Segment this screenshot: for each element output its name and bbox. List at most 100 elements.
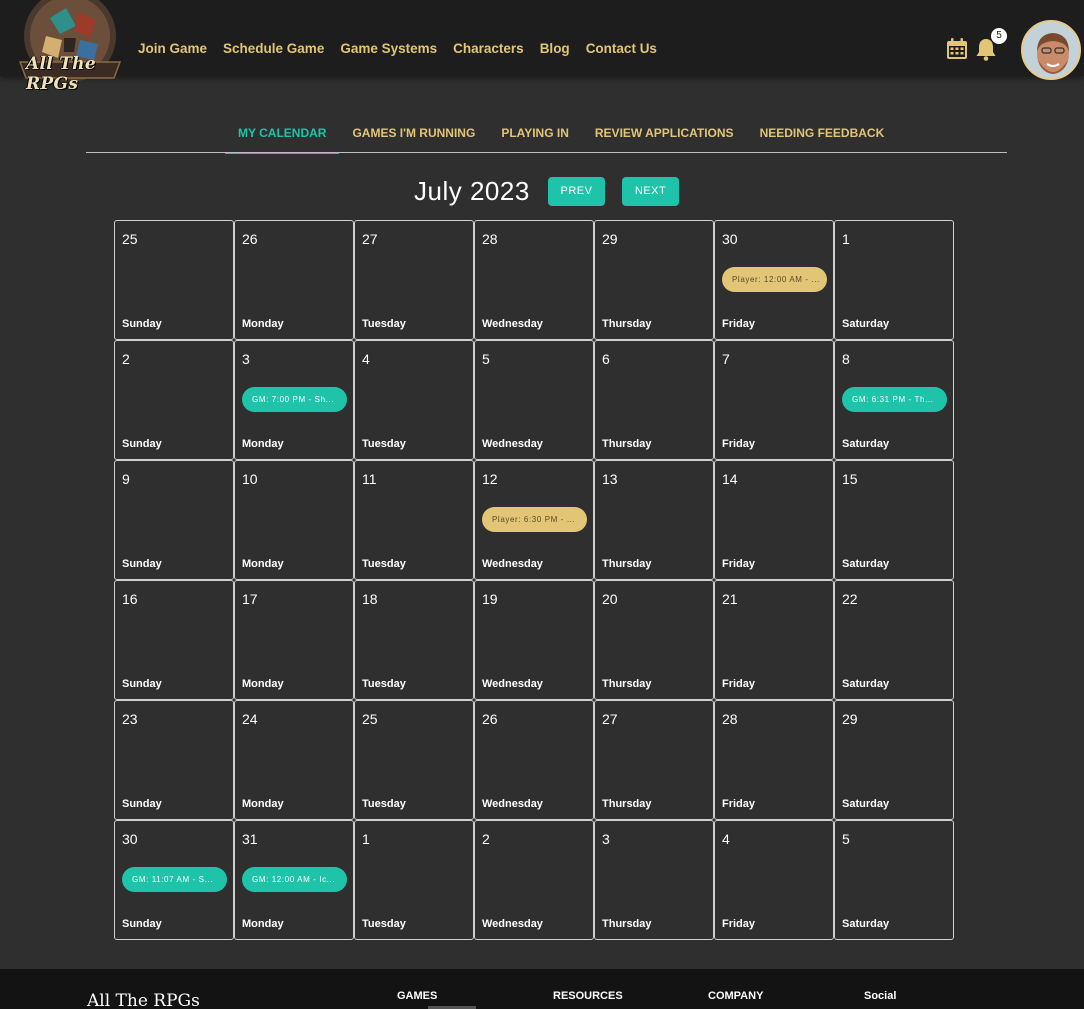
weekday-label: Wednesday	[482, 558, 543, 570]
day-number: 27	[602, 711, 618, 727]
calendar-day-cell[interactable]: 29 Saturday	[834, 700, 954, 820]
next-month-button[interactable]: NEXT	[622, 177, 679, 206]
user-photo	[1023, 22, 1079, 78]
calendar-day-cell[interactable]: 26 Monday	[234, 220, 354, 340]
nav-join-game[interactable]: Join Game	[138, 41, 207, 56]
calendar-day-cell[interactable]: 5 Saturday	[834, 820, 954, 940]
player-event-pill[interactable]: Player: 6:30 PM - ...	[482, 507, 587, 532]
calendar-day-cell[interactable]: 3 GM: 7:00 PM - Sh... Monday	[234, 340, 354, 460]
day-number: 15	[842, 471, 858, 487]
tab-needing-feedback[interactable]: NEEDING FEEDBACK	[747, 118, 898, 154]
calendar-day-cell[interactable]: 9 Sunday	[114, 460, 234, 580]
calendar-day-cell[interactable]: 4 Friday	[714, 820, 834, 940]
weekday-label: Tuesday	[362, 798, 406, 810]
main-nav: Join Game Schedule Game Game Systems Cha…	[138, 41, 673, 56]
day-number: 5	[842, 831, 850, 847]
calendar-day-cell[interactable]: 15 Saturday	[834, 460, 954, 580]
day-number: 13	[602, 471, 618, 487]
gm-event-pill[interactable]: GM: 11:07 AM - S...	[122, 867, 227, 892]
weekday-label: Thursday	[602, 318, 652, 330]
calendar-day-cell[interactable]: 25 Sunday	[114, 220, 234, 340]
calendar-day-cell[interactable]: 11 Tuesday	[354, 460, 474, 580]
calendar-icon[interactable]	[946, 38, 968, 60]
calendar-day-cell[interactable]: 3 Thursday	[594, 820, 714, 940]
calendar-day-cell[interactable]: 8 GM: 6:31 PM - Th... Saturday	[834, 340, 954, 460]
weekday-label: Saturday	[842, 318, 890, 330]
avatar[interactable]	[1021, 20, 1081, 80]
calendar-day-cell[interactable]: 16 Sunday	[114, 580, 234, 700]
day-number: 5	[482, 351, 490, 367]
day-number: 30	[722, 231, 738, 247]
calendar-day-cell[interactable]: 23 Sunday	[114, 700, 234, 820]
gm-event-pill[interactable]: GM: 7:00 PM - Sh...	[242, 387, 347, 412]
day-number: 19	[482, 591, 498, 607]
weekday-label: Sunday	[122, 558, 162, 570]
calendar-day-cell[interactable]: 29 Thursday	[594, 220, 714, 340]
calendar-day-cell[interactable]: 7 Friday	[714, 340, 834, 460]
weekday-label: Sunday	[122, 318, 162, 330]
day-number: 24	[242, 711, 258, 727]
footer-brand: All The RPGs	[87, 991, 200, 1009]
day-number: 27	[362, 231, 378, 247]
calendar-day-cell[interactable]: 19 Wednesday	[474, 580, 594, 700]
calendar-day-cell[interactable]: 2 Wednesday	[474, 820, 594, 940]
gm-event-pill[interactable]: GM: 12:00 AM - Ic...	[242, 867, 347, 892]
day-number: 21	[722, 591, 738, 607]
tab-my-calendar[interactable]: MY CALENDAR	[225, 118, 340, 154]
calendar-day-cell[interactable]: 14 Friday	[714, 460, 834, 580]
nav-game-systems[interactable]: Game Systems	[340, 41, 437, 56]
calendar-day-cell[interactable]: 1 Tuesday	[354, 820, 474, 940]
weekday-label: Tuesday	[362, 918, 406, 930]
calendar-day-cell[interactable]: 20 Thursday	[594, 580, 714, 700]
day-number: 29	[602, 231, 618, 247]
calendar-day-cell[interactable]: 27 Tuesday	[354, 220, 474, 340]
weekday-label: Sunday	[122, 678, 162, 690]
tab-review-applications[interactable]: REVIEW APPLICATIONS	[582, 118, 747, 154]
prev-month-button[interactable]: PREV	[548, 177, 605, 206]
calendar-day-cell[interactable]: 17 Monday	[234, 580, 354, 700]
weekday-label: Friday	[722, 798, 756, 810]
nav-schedule-game[interactable]: Schedule Game	[223, 41, 324, 56]
calendar-day-cell[interactable]: 13 Thursday	[594, 460, 714, 580]
day-number: 26	[482, 711, 498, 727]
tab-playing-in[interactable]: PLAYING IN	[488, 118, 582, 154]
calendar-day-cell[interactable]: 30 GM: 11:07 AM - S... Sunday	[114, 820, 234, 940]
calendar-day-cell[interactable]: 27 Thursday	[594, 700, 714, 820]
calendar-day-cell[interactable]: 10 Monday	[234, 460, 354, 580]
calendar-day-cell[interactable]: 1 Saturday	[834, 220, 954, 340]
nav-characters[interactable]: Characters	[453, 41, 524, 56]
site-logo[interactable]: All The RPGs	[6, 0, 134, 94]
calendar-day-cell[interactable]: 24 Monday	[234, 700, 354, 820]
calendar-day-cell[interactable]: 30 Player: 12:00 AM - ... Friday	[714, 220, 834, 340]
calendar-day-cell[interactable]: 31 GM: 12:00 AM - Ic... Monday	[234, 820, 354, 940]
weekday-label: Monday	[242, 798, 284, 810]
calendar-day-cell[interactable]: 18 Tuesday	[354, 580, 474, 700]
weekday-label: Monday	[242, 438, 284, 450]
calendar-day-cell[interactable]: 26 Wednesday	[474, 700, 594, 820]
weekday-label: Friday	[722, 678, 756, 690]
calendar-day-cell[interactable]: 25 Tuesday	[354, 700, 474, 820]
calendar-day-cell[interactable]: 4 Tuesday	[354, 340, 474, 460]
weekday-label: Thursday	[602, 678, 652, 690]
calendar-day-cell[interactable]: 5 Wednesday	[474, 340, 594, 460]
calendar-day-cell[interactable]: 28 Wednesday	[474, 220, 594, 340]
weekday-label: Saturday	[842, 438, 890, 450]
nav-blog[interactable]: Blog	[540, 41, 570, 56]
calendar-day-cell[interactable]: 6 Thursday	[594, 340, 714, 460]
calendar-day-cell[interactable]: 22 Saturday	[834, 580, 954, 700]
tab-games-im-running[interactable]: GAMES I'M RUNNING	[339, 118, 488, 154]
weekday-label: Wednesday	[482, 798, 543, 810]
nav-contact-us[interactable]: Contact Us	[586, 41, 657, 56]
player-event-pill[interactable]: Player: 12:00 AM - ...	[722, 267, 827, 292]
calendar-day-cell[interactable]: 12 Player: 6:30 PM - ... Wednesday	[474, 460, 594, 580]
day-number: 25	[362, 711, 378, 727]
calendar-day-cell[interactable]: 21 Friday	[714, 580, 834, 700]
notification-badge: 5	[991, 28, 1007, 44]
gm-event-pill[interactable]: GM: 6:31 PM - Th...	[842, 387, 947, 412]
footer-col-games: GAMES	[397, 990, 438, 1002]
calendar-day-cell[interactable]: 2 Sunday	[114, 340, 234, 460]
weekday-label: Thursday	[602, 798, 652, 810]
day-number: 18	[362, 591, 378, 607]
weekday-label: Thursday	[602, 558, 652, 570]
calendar-day-cell[interactable]: 28 Friday	[714, 700, 834, 820]
